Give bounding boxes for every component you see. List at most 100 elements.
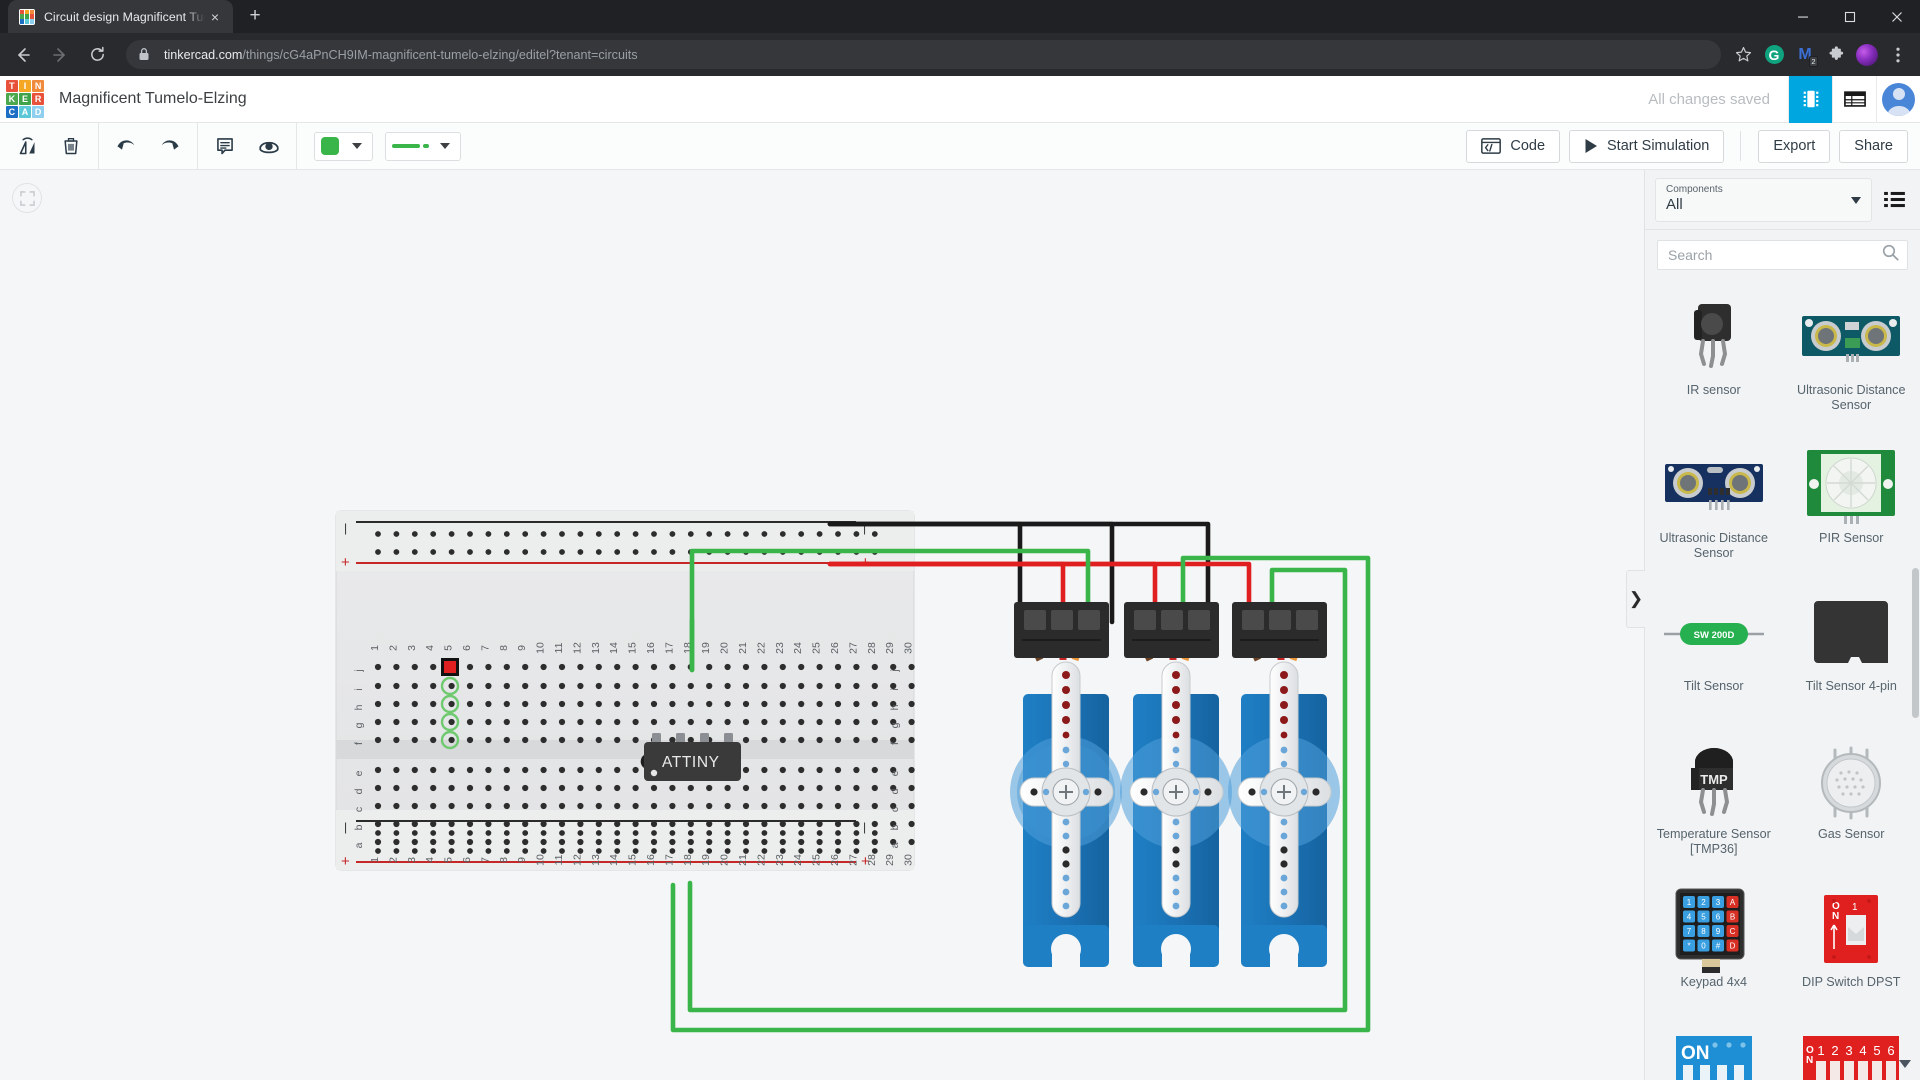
component-tile-pir-sensor[interactable]: PIR Sensor (1783, 435, 1920, 583)
servo-motor-2 (1120, 602, 1232, 969)
chevron-down-icon (352, 143, 362, 149)
tmp-chip-text: TMP (1700, 772, 1728, 787)
component-tile-dip-red-6[interactable]: O N 123456 (1783, 1027, 1920, 1080)
svg-text:8: 8 (1701, 927, 1706, 936)
user-avatar[interactable] (1876, 75, 1920, 123)
components-filter-value: All (1666, 195, 1683, 213)
panel-scrollbar[interactable] (1912, 278, 1919, 1080)
address-bar[interactable]: tinkercad.com/things/cG4aPnCH9IM-magnifi… (126, 40, 1721, 69)
minimize-icon[interactable] (1779, 0, 1826, 33)
redo-arrow-icon[interactable] (153, 129, 187, 163)
app-header: T I N K E R C A D Magnificent Tumelo-Elz… (0, 75, 1920, 123)
svg-text:12: 12 (571, 642, 583, 654)
scrollbar-thumb[interactable] (1912, 568, 1919, 718)
svg-text:4: 4 (424, 645, 436, 651)
component-tile-ultrasonic-1[interactable]: Ultrasonic Distance Sensor (1783, 287, 1920, 435)
svg-text:*: * (1687, 942, 1690, 951)
address-bar-text: tinkercad.com/things/cG4aPnCH9IM-magnifi… (164, 48, 638, 62)
svg-text:4: 4 (1860, 1043, 1867, 1058)
url-domain: tinkercad.com (164, 47, 243, 62)
scroll-down-caret-icon[interactable] (1899, 1060, 1911, 1068)
component-tile-gas-sensor[interactable]: Gas Sensor (1783, 731, 1920, 879)
list-view-icon[interactable] (1872, 178, 1916, 222)
svg-text:17: 17 (663, 854, 675, 866)
forward-arrow-icon[interactable] (45, 40, 75, 70)
components-panel: ❯ Components All Search IR sensor Ultras… (1626, 170, 1920, 1080)
components-filter-select[interactable]: Components All (1655, 177, 1872, 222)
component-tile-dip-blue[interactable]: ON (1645, 1027, 1783, 1080)
browser-tab-title: Circuit design Magnificent Tumel (44, 9, 205, 24)
component-tile-keypad[interactable]: 1 2 3 A 4 5 6 B 7 8 9 C * 0 # D Keypad 4x4 (1645, 879, 1783, 1027)
reload-icon[interactable] (82, 40, 112, 70)
back-arrow-icon[interactable] (8, 40, 38, 70)
component-name: Ultrasonic Distance Sensor (1797, 383, 1906, 412)
svg-text:30: 30 (903, 642, 915, 654)
svg-text:20: 20 (719, 642, 731, 654)
extensions-puzzle-icon[interactable] (1822, 41, 1850, 69)
component-tile-ir-sensor[interactable]: IR sensor (1645, 287, 1783, 435)
code-button[interactable]: Code (1466, 129, 1561, 163)
rotate-icon[interactable] (10, 129, 44, 163)
eye-icon[interactable] (252, 129, 286, 163)
bookmark-star-icon[interactable] (1729, 41, 1757, 69)
circuit-diagram[interactable]: | + | + | + | + j ji ih hg gf fe ed dc cb ba a1122… (0, 170, 1644, 1080)
component-tile-dip-dpst[interactable]: O N 1 DIP Switch DPST (1783, 879, 1920, 1027)
svg-text:11: 11 (553, 854, 565, 865)
google-extension-icon[interactable]: G (1760, 41, 1788, 69)
svg-text:|: | (344, 521, 347, 535)
browser-titlebar: Circuit design Magnificent Tumel × + (0, 0, 1920, 33)
lock-icon (138, 47, 154, 63)
window-controls (1779, 0, 1920, 33)
component-tile-tilt-sensor[interactable]: SW 200D Tilt Sensor (1645, 583, 1783, 731)
search-input[interactable] (1668, 247, 1882, 263)
circuit-view-button[interactable] (1788, 75, 1832, 123)
svg-text:4: 4 (1687, 913, 1692, 922)
maximize-icon[interactable] (1826, 0, 1873, 33)
tinkercad-logo[interactable]: T I N K E R C A D (6, 80, 44, 118)
svg-text:d: d (353, 788, 365, 794)
svg-text:23: 23 (774, 854, 786, 866)
note-icon[interactable] (208, 129, 242, 163)
svg-text:16: 16 (645, 642, 657, 654)
trash-icon[interactable] (54, 129, 88, 163)
profile-avatar[interactable] (1853, 41, 1881, 69)
svg-text:b: b (353, 824, 365, 830)
browser-tab[interactable]: Circuit design Magnificent Tumel × (8, 0, 233, 33)
start-simulation-button[interactable]: Start Simulation (1569, 129, 1725, 163)
component-tile-tmp36[interactable]: TMP Temperature Sensor [TMP36] (1645, 731, 1783, 879)
tilt-chip-text: SW 200D (1693, 630, 1734, 641)
svg-text:10: 10 (535, 642, 547, 654)
circuit-canvas[interactable]: | + | + | + | + jjiihhggffeeddccbbaa1122… (0, 170, 1644, 1080)
close-icon[interactable] (1873, 0, 1920, 33)
svg-text:28: 28 (866, 854, 878, 866)
svg-text:9: 9 (516, 645, 528, 651)
url-path: /things/cG4aPnCH9IM-magnificent-tumelo-e… (242, 47, 638, 62)
component-tile-tilt-4pin[interactable]: Tilt Sensor 4-pin (1783, 583, 1920, 731)
svg-text:h: h (889, 704, 901, 710)
svg-text:e: e (353, 770, 365, 776)
svg-text:27: 27 (847, 854, 859, 866)
panel-collapse-button[interactable]: ❯ (1626, 570, 1645, 628)
dip-switch-blue-icon: ON (1675, 1035, 1753, 1080)
component-tile-ultrasonic-2[interactable]: Ultrasonic Distance Sensor (1645, 435, 1783, 583)
tab-close-icon[interactable]: × (205, 7, 225, 27)
components-grid[interactable]: IR sensor Ultrasonic Distance Sensor Ult… (1645, 279, 1920, 1080)
mail-extension-icon[interactable]: M 2 (1791, 41, 1819, 69)
chrome-menu-icon[interactable] (1884, 41, 1912, 69)
svg-text:19: 19 (700, 642, 712, 654)
share-button[interactable]: Share (1839, 129, 1908, 163)
undo-arrow-icon[interactable] (109, 129, 143, 163)
ir-sensor-icon (1678, 295, 1750, 381)
new-tab-button[interactable]: + (241, 2, 269, 30)
search-icon[interactable] (1882, 244, 1899, 266)
svg-text:7: 7 (479, 645, 491, 651)
wire-style-picker[interactable] (385, 131, 461, 161)
search-box[interactable] (1657, 240, 1908, 270)
wire-color-picker[interactable] (314, 131, 373, 161)
svg-text:D: D (1729, 942, 1735, 951)
export-button[interactable]: Export (1758, 129, 1831, 163)
schematic-view-button[interactable] (1832, 75, 1876, 123)
svg-text:11: 11 (553, 642, 565, 653)
svg-text:27: 27 (847, 642, 859, 654)
page-title[interactable]: Magnificent Tumelo-Elzing (59, 90, 247, 108)
